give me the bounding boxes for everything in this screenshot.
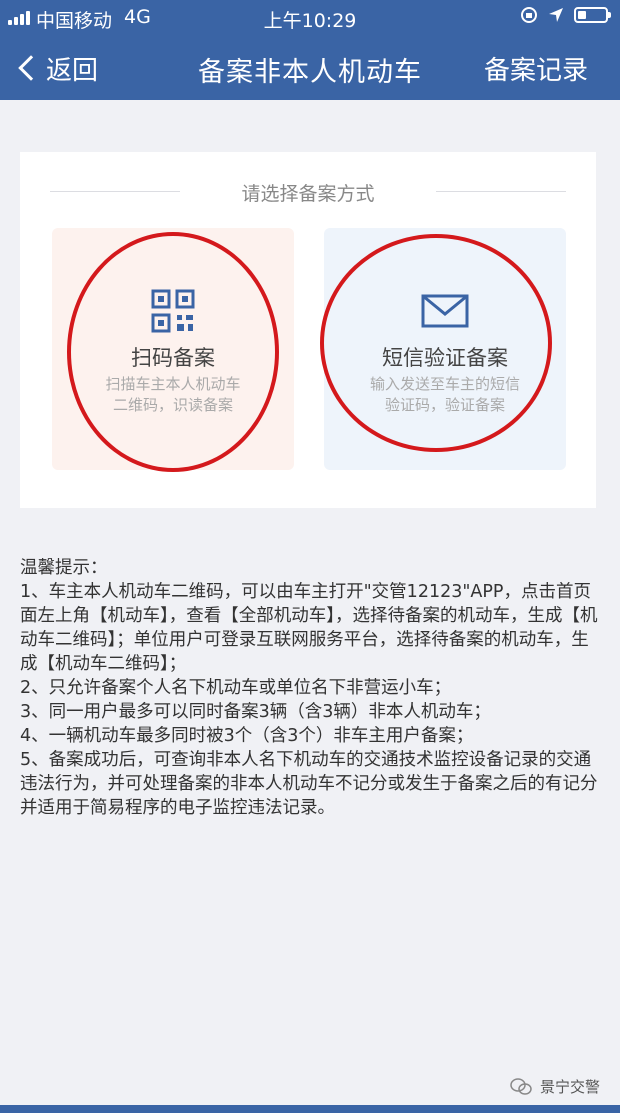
option-title: 扫码备案 (131, 346, 215, 370)
tips-heading: 温馨提示： (20, 558, 108, 578)
watermark-text: 景宁交警 (539, 1078, 600, 1096)
nav-bar: 返回 备案非本人机动车 备案记录 (0, 38, 620, 100)
records-button[interactable]: 备案记录 (484, 50, 588, 87)
option-desc-line: 输入发送至车主的短信 (369, 375, 520, 393)
tip-item: 2、只允许备案个人名下机动车或单位名下非营运小车； (20, 678, 452, 698)
battery-icon (574, 7, 611, 23)
status-bar: 中国移动 4G 上午10:29 (0, 0, 620, 38)
scan-register-option[interactable]: 扫码备案 扫描车主本人机动车 二维码，识读备案 (52, 228, 294, 470)
option-description: 扫描车主本人机动车 二维码，识读备案 (72, 374, 274, 416)
sms-verify-option[interactable]: 短信验证备案 输入发送至车主的短信 验证码，验证备案 (324, 228, 566, 470)
wechat-icon (510, 1077, 532, 1095)
location-icon (549, 8, 563, 22)
method-card: 请选择备案方式 扫码备案 扫描车主本人机动车 二维码，识读备案 短信验证备案 输… (20, 152, 596, 508)
option-description: 输入发送至车主的短信 验证码，验证备案 (344, 374, 546, 416)
top-bar: 中国移动 4G 上午10:29 返回 备案非本人机动车 备案记录 (0, 0, 620, 100)
orientation-lock-icon (521, 7, 537, 23)
tip-item: 5、备案成功后，可查询非本人名下机动车的交通技术监控设备记录的交通违法行为，并可… (20, 750, 598, 818)
tips-section: 温馨提示： 1、车主本人机动车二维码，可以由车主打开"交管12123"APP，点… (20, 556, 600, 820)
qr-code-icon (151, 289, 195, 333)
option-desc-line: 验证码，验证备案 (384, 396, 505, 414)
bottom-bar (0, 1105, 620, 1113)
option-title: 短信验证备案 (382, 346, 508, 370)
envelope-icon (421, 294, 469, 328)
tip-item: 1、车主本人机动车二维码，可以由车主打开"交管12123"APP，点击首页面左上… (20, 582, 598, 674)
watermark: 景宁交警 (510, 1076, 600, 1097)
tip-item: 4、一辆机动车最多同时被3个（含3个）非车主用户备案； (20, 726, 474, 746)
option-desc-line: 二维码，识读备案 (112, 396, 233, 414)
status-icons (520, 6, 611, 24)
card-header: 请选择备案方式 (50, 178, 566, 205)
card-header-text: 请选择备案方式 (241, 183, 375, 205)
option-desc-line: 扫描车主本人机动车 (105, 375, 241, 393)
tip-item: 3、同一用户最多可以同时备案3辆（含3辆）非本人机动车； (20, 702, 491, 722)
